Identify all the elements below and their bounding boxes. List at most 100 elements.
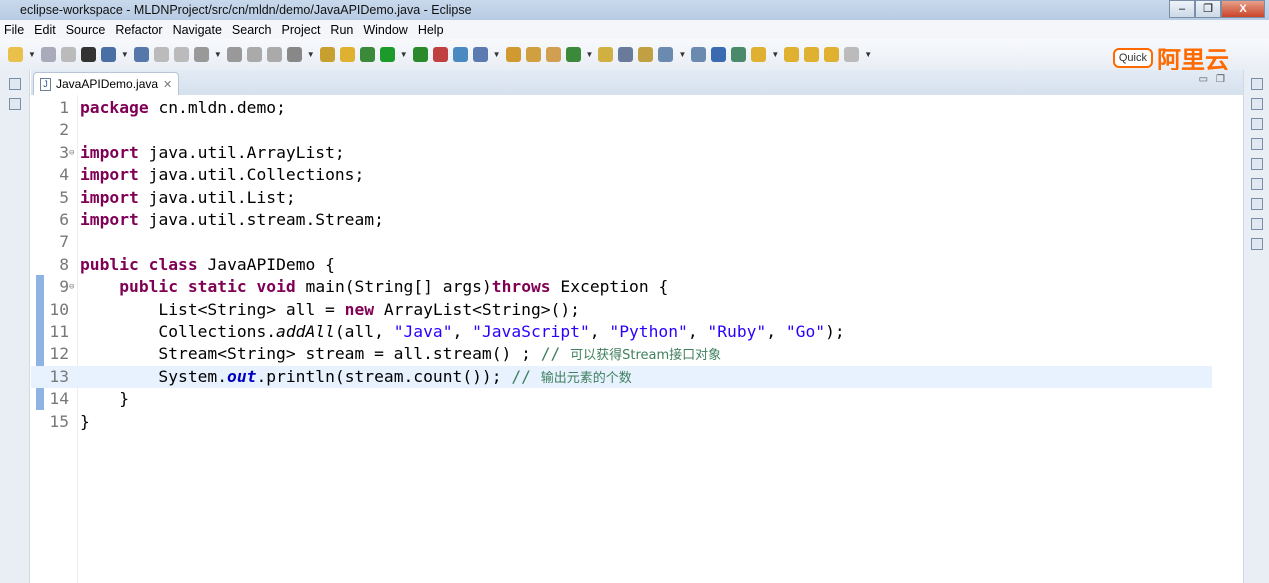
toolbar-icon[interactable] <box>804 47 820 62</box>
dropdown-arrow-icon[interactable]: ▼ <box>307 50 315 59</box>
code-line[interactable]: 12 Stream<String> stream = all.stream() … <box>31 343 1212 365</box>
code-line[interactable]: 1 package cn.mldn.demo; <box>31 97 1212 119</box>
toolbar-icon[interactable] <box>505 47 521 62</box>
menu-navigate[interactable]: Navigate <box>173 23 222 37</box>
code-token: .println(stream.count()); <box>256 366 512 386</box>
code-line[interactable]: 13 System.out.println(stream.count()); /… <box>31 365 1212 389</box>
restore-icon[interactable] <box>8 78 21 90</box>
toolbar-icon[interactable] <box>565 47 581 62</box>
code-editor[interactable]: 1 package cn.mldn.demo; 2 3 ⊖ import java.uti… <box>31 95 1243 583</box>
menu-refactor[interactable]: Refactor <box>115 23 162 37</box>
tab-close-icon[interactable]: ✕ <box>163 78 172 91</box>
code-line[interactable]: 3 ⊖ import java.util.ArrayList; <box>31 142 1212 164</box>
code-token: import <box>80 165 139 185</box>
dropdown-arrow-icon[interactable]: ▼ <box>121 50 129 59</box>
toolbar-icon[interactable] <box>286 47 302 62</box>
line-number: 8 <box>59 254 69 274</box>
toolbar-icon[interactable] <box>359 47 375 62</box>
toolbar-icon[interactable] <box>339 47 355 62</box>
dropdown-arrow-icon[interactable]: ▼ <box>400 50 408 59</box>
toolbar-icon[interactable] <box>60 47 76 62</box>
code-line[interactable]: 15} <box>31 411 1212 433</box>
minimize-editor-icon[interactable]: ▭ <box>1199 74 1216 85</box>
menu-help[interactable]: Help <box>418 23 444 37</box>
toolbar-icon[interactable] <box>80 47 96 62</box>
toolbar-icon[interactable] <box>545 47 561 62</box>
dropdown-arrow-icon[interactable]: ▼ <box>214 50 222 59</box>
dropdown-arrow-icon[interactable]: ▼ <box>771 50 779 59</box>
menu-window[interactable]: Window <box>363 23 407 37</box>
toolbar-icon[interactable] <box>153 47 169 62</box>
toolbar-icon[interactable] <box>618 47 634 62</box>
toolbar-icon[interactable] <box>193 47 209 62</box>
task-list-icon[interactable] <box>1250 118 1263 130</box>
menu-search[interactable]: Search <box>232 23 272 37</box>
javadoc-icon[interactable] <box>1250 178 1263 190</box>
toolbar-icon[interactable] <box>40 47 56 62</box>
code-line[interactable]: 5 import java.util.List; <box>31 187 1212 209</box>
code-token: , <box>687 322 708 341</box>
menu-file[interactable]: File <box>4 23 24 37</box>
toolbar-icon[interactable] <box>379 47 395 62</box>
toolbar-icon[interactable] <box>638 47 654 62</box>
toolbar-icon[interactable] <box>432 47 448 62</box>
toolbar-icon[interactable] <box>598 47 614 62</box>
minimize-button[interactable]: – <box>1169 0 1195 18</box>
toolbar-icon[interactable] <box>472 47 488 62</box>
fold-toggle-icon[interactable]: ⊖ <box>69 276 74 298</box>
outline-icon[interactable] <box>1250 98 1263 110</box>
toolbar-icon[interactable] <box>844 47 860 62</box>
menu-project[interactable]: Project <box>282 23 321 37</box>
code-line[interactable]: 8 public class JavaAPIDemo { <box>31 254 1212 276</box>
toolbar-icon[interactable] <box>824 47 840 62</box>
restore-button[interactable]: ❐ <box>1195 0 1221 18</box>
menu-source[interactable]: Source <box>66 23 106 37</box>
toolbar-icon[interactable] <box>658 47 674 62</box>
toolbar-icon[interactable] <box>525 47 541 62</box>
code-line[interactable]: 10 List<String> all = new ArrayList<Stri… <box>31 299 1212 321</box>
toolbar-icon[interactable] <box>246 47 262 62</box>
code-line[interactable]: 9 ⊖ public static void main(String[] args… <box>31 276 1212 298</box>
toolbar-icon[interactable] <box>731 47 747 62</box>
code-line[interactable]: 11 Collections.addAll(all, "Java", "Java… <box>31 321 1212 343</box>
code-token: "Go" <box>785 322 826 341</box>
line-number: 5 <box>59 187 69 207</box>
code-line[interactable]: 14 } <box>31 388 1212 410</box>
tab-javaapidemo[interactable]: J JavaAPIDemo.java ✕ <box>33 72 179 95</box>
quick-access-input[interactable]: Quick <box>1112 47 1153 68</box>
toolbar-icon[interactable] <box>412 47 428 62</box>
menu-run[interactable]: Run <box>330 23 353 37</box>
code-line[interactable]: 4 import java.util.Collections; <box>31 164 1212 186</box>
close-button[interactable]: X <box>1221 0 1265 18</box>
fold-toggle-icon[interactable]: ⊖ <box>69 142 74 164</box>
toolbar-icon[interactable] <box>784 47 800 62</box>
console-icon[interactable] <box>1250 218 1263 230</box>
toolbar-icon[interactable] <box>8 47 23 62</box>
code-line[interactable]: 6 import java.util.stream.Stream; <box>31 209 1212 231</box>
code-line[interactable]: 7 <box>31 231 1212 253</box>
toolbar-icon[interactable] <box>319 47 335 62</box>
menu-edit[interactable]: Edit <box>34 23 56 37</box>
code-line[interactable]: 2 <box>31 119 1212 141</box>
maximize-editor-icon[interactable]: ❐ <box>1216 74 1233 85</box>
progress-icon[interactable] <box>1250 238 1263 250</box>
toolbar-icon[interactable] <box>173 47 189 62</box>
toolbar-icon[interactable] <box>133 47 149 62</box>
restore-icon[interactable] <box>1250 78 1263 90</box>
toolbar-icon[interactable] <box>691 47 707 62</box>
toolbar-icon[interactable] <box>452 47 468 62</box>
problems-icon[interactable] <box>1250 158 1263 170</box>
dropdown-arrow-icon[interactable]: ▼ <box>493 50 501 59</box>
toolbar-icon[interactable] <box>266 47 282 62</box>
package-explorer-icon[interactable] <box>8 98 21 110</box>
toolbar-icon[interactable] <box>100 47 116 62</box>
dropdown-arrow-icon[interactable]: ▼ <box>28 50 36 59</box>
restore-icon[interactable] <box>1250 138 1263 150</box>
toolbar-icon[interactable] <box>226 47 242 62</box>
dropdown-arrow-icon[interactable]: ▼ <box>586 50 594 59</box>
dropdown-arrow-icon[interactable]: ▼ <box>678 50 686 59</box>
declaration-icon[interactable] <box>1250 198 1263 210</box>
toolbar-icon[interactable] <box>751 47 767 62</box>
toolbar-icon[interactable] <box>711 47 727 62</box>
dropdown-arrow-icon[interactable]: ▼ <box>864 50 872 59</box>
